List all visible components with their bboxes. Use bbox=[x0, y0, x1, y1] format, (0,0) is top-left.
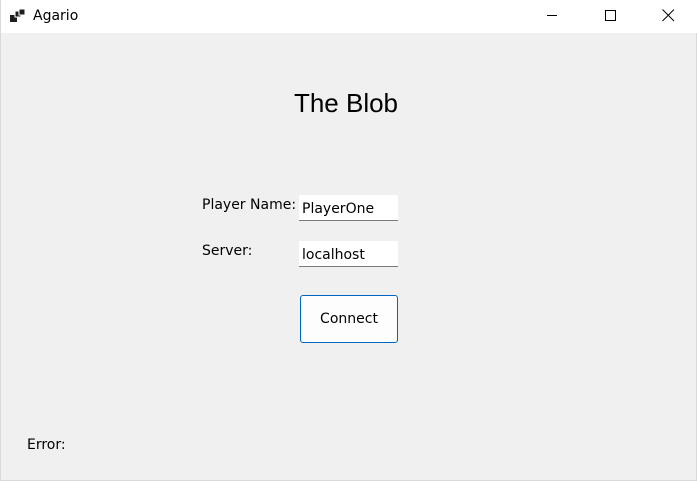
error-label: Error: bbox=[27, 437, 66, 453]
window-title: Agario bbox=[33, 8, 79, 24]
minimize-button[interactable] bbox=[529, 0, 575, 33]
maximize-icon bbox=[605, 10, 616, 21]
maximize-button[interactable] bbox=[587, 0, 633, 33]
app-window: Agario The Blob Player Name: Server: Con… bbox=[0, 0, 697, 481]
page-title: The Blob bbox=[293, 88, 399, 118]
player-name-input[interactable] bbox=[299, 195, 398, 221]
title-bar[interactable]: Agario bbox=[1, 0, 697, 33]
connect-button[interactable]: Connect bbox=[300, 295, 398, 343]
server-input[interactable] bbox=[299, 241, 398, 267]
close-button[interactable] bbox=[645, 0, 691, 33]
minimize-icon bbox=[547, 15, 557, 16]
close-icon bbox=[662, 9, 675, 22]
server-label: Server: bbox=[202, 243, 253, 259]
app-window-icon bbox=[10, 8, 26, 22]
player-name-label: Player Name: bbox=[202, 197, 297, 213]
